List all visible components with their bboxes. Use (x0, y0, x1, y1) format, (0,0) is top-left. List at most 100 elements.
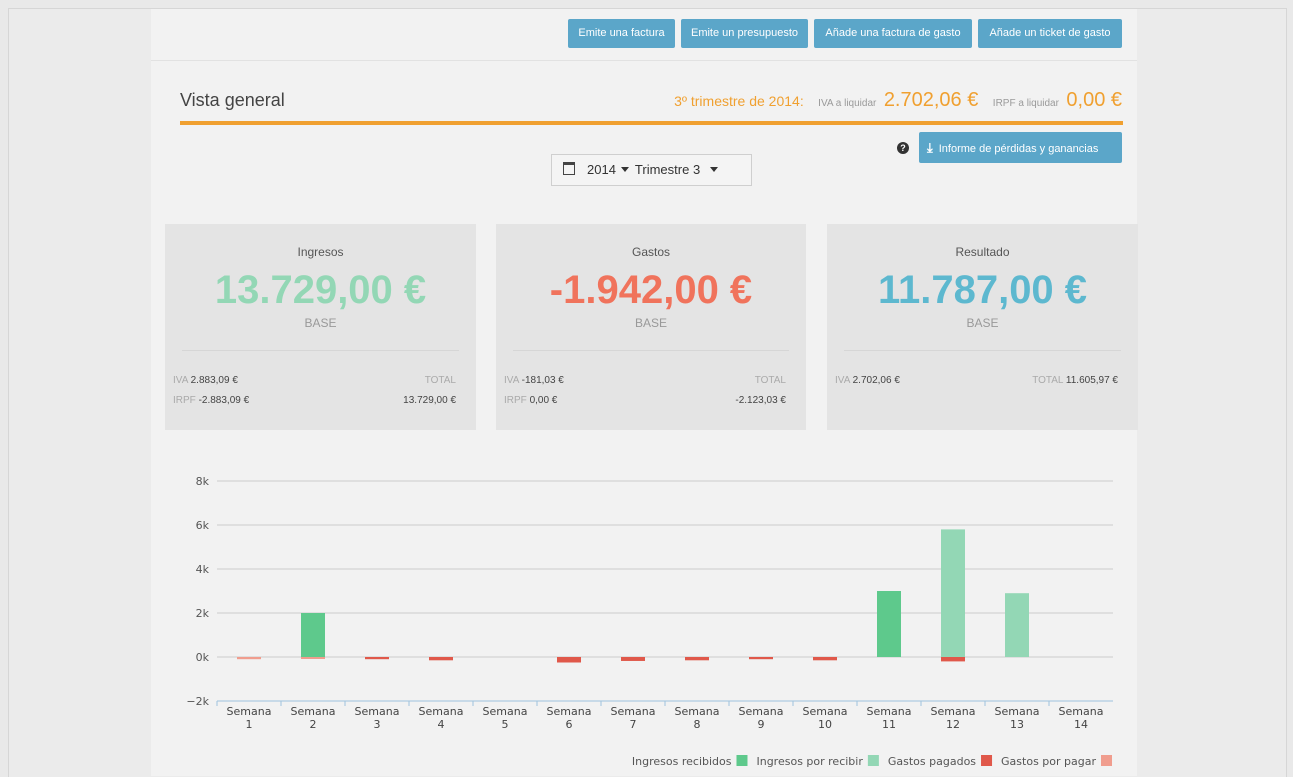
irpf-key: IRPF (173, 395, 196, 406)
chart-bar (1005, 593, 1029, 657)
result-card: Resultado 11.787,00 € BASE IVA 2.702,06 … (827, 224, 1138, 430)
card-divider (182, 350, 459, 351)
legend-swatch (1101, 755, 1112, 766)
legend-swatch (867, 755, 879, 766)
iva-line: IVA 2.702,06 € (835, 375, 900, 386)
legend-label: Gastos por pagar (1001, 755, 1096, 768)
chart-bar (621, 657, 645, 661)
x-tick-label: Semana (419, 705, 464, 718)
card-label: Gastos (631, 245, 670, 259)
chart-bar (685, 657, 709, 661)
x-tick-label: Semana (611, 705, 656, 718)
profit-loss-report-button[interactable]: ⤓ Informe de pérdidas y ganancias (919, 132, 1122, 163)
card-label: Resultado (955, 245, 1010, 259)
irpf-key: IRPF (504, 395, 527, 406)
y-tick-label: 0k (196, 651, 210, 664)
card-divider (513, 350, 789, 351)
calendar-icon (563, 162, 575, 175)
x-tick-label: Semana (931, 705, 976, 718)
x-tick-label: 4 (438, 718, 445, 731)
iva-line: IVA 2.883,09 € (173, 375, 238, 386)
y-tick-label: 6k (196, 519, 210, 532)
download-icon: ⤓ (927, 140, 933, 155)
iva-key: IVA (835, 375, 850, 386)
x-tick-label: Semana (1059, 705, 1104, 718)
expenses-card: Gastos -1.942,00 € BASE IVA -181,03 € IR… (496, 224, 806, 430)
base-label: BASE (304, 316, 337, 330)
total-key: TOTAL (424, 375, 456, 386)
income-card: Ingresos 13.729,00 € BASE IVA 2.883,09 €… (165, 224, 476, 430)
x-tick-label: Semana (227, 705, 272, 718)
quarter-select[interactable]: Trimestre 3 (635, 162, 700, 177)
header-divider (180, 121, 1123, 125)
irpf-label: IRPF a liquidar (992, 98, 1059, 109)
total-amount: 11.605,97 € (1065, 375, 1118, 386)
iva-amount: 2.702,06 € (852, 375, 900, 386)
period-selector[interactable]: 2014 Trimestre 3 (551, 154, 752, 186)
total-line: TOTAL 11.605,97 € (1032, 375, 1118, 386)
add-expense-ticket-button[interactable]: Añade un ticket de gasto (978, 19, 1122, 48)
add-expense-invoice-button[interactable]: Añade una factura de gasto (814, 19, 972, 48)
x-tick-label: 13 (1010, 718, 1024, 731)
iva-key: IVA (504, 375, 519, 386)
total-amount: -2.123,03 € (735, 395, 786, 406)
chart-bar (941, 529, 965, 657)
legend-swatch (981, 755, 993, 766)
help-icon[interactable]: ? (897, 142, 909, 154)
chart-bar (365, 657, 389, 660)
iva-line: IVA -181,03 € (504, 375, 564, 386)
total-amount: 13.729,00 € (403, 395, 456, 406)
x-tick-label: Semana (675, 705, 720, 718)
total-key: TOTAL (754, 375, 786, 386)
dashboard-page: Emite una factura Emite un presupuesto A… (151, 9, 1138, 776)
base-label: BASE (966, 316, 999, 330)
expenses-amount: -1.942,00 € (549, 268, 753, 312)
x-tick-label: 2 (310, 718, 317, 731)
chart-bar (941, 657, 965, 662)
base-label: BASE (634, 316, 667, 330)
iva-amount: -181,03 € (521, 375, 564, 386)
action-toolbar: Emite una factura Emite un presupuesto A… (151, 9, 1137, 61)
x-tick-label: 8 (694, 718, 701, 731)
issue-invoice-button[interactable]: Emite una factura (568, 19, 675, 48)
page-title: Vista general (180, 90, 285, 110)
year-select[interactable]: 2014 (587, 162, 616, 177)
iva-label: IVA a liquidar (818, 98, 877, 109)
legend-swatch (736, 755, 748, 766)
irpf-line: IRPF -2.883,09 € (173, 395, 249, 406)
y-tick-label: 4k (196, 563, 210, 576)
x-tick-label: 6 (566, 718, 573, 731)
iva-key: IVA (173, 375, 188, 386)
chart-bar (301, 657, 325, 659)
quarter-label: 3º trimestre de 2014: (674, 93, 804, 109)
chart-bar (429, 657, 453, 661)
x-tick-label: 7 (630, 718, 637, 731)
x-tick-label: 10 (818, 718, 832, 731)
total-key: TOTAL (1032, 375, 1064, 386)
irpf-amount: -2.883,09 € (198, 395, 250, 406)
x-tick-label: 3 (374, 718, 381, 731)
income-amount: 13.729,00 € (214, 268, 427, 312)
legend-label: Ingresos recibidos (632, 755, 732, 768)
irpf-value: 0,00 € (1066, 89, 1122, 111)
x-tick-label: 14 (1074, 718, 1088, 731)
issue-quote-button[interactable]: Emite un presupuesto (681, 19, 808, 48)
chart-bar (877, 591, 901, 657)
x-tick-label: Semana (803, 705, 848, 718)
iva-value: 2.702,06 € (883, 89, 979, 111)
x-tick-label: Semana (547, 705, 592, 718)
irpf-amount: 0,00 € (529, 395, 558, 406)
legend-label: Ingresos por recibir (756, 755, 863, 768)
x-tick-label: Semana (355, 705, 400, 718)
result-amount: 11.787,00 € (877, 268, 1088, 312)
chart-bar (749, 657, 773, 660)
x-tick-label: 9 (758, 718, 765, 731)
x-tick-label: Semana (291, 705, 336, 718)
y-tick-label: 8k (196, 475, 210, 488)
y-tick-label: −2k (186, 695, 209, 708)
iva-amount: 2.883,09 € (190, 375, 238, 386)
x-tick-label: 5 (502, 718, 509, 731)
card-divider (844, 350, 1121, 351)
chevron-down-icon (710, 167, 719, 172)
chart-bar (301, 613, 325, 657)
